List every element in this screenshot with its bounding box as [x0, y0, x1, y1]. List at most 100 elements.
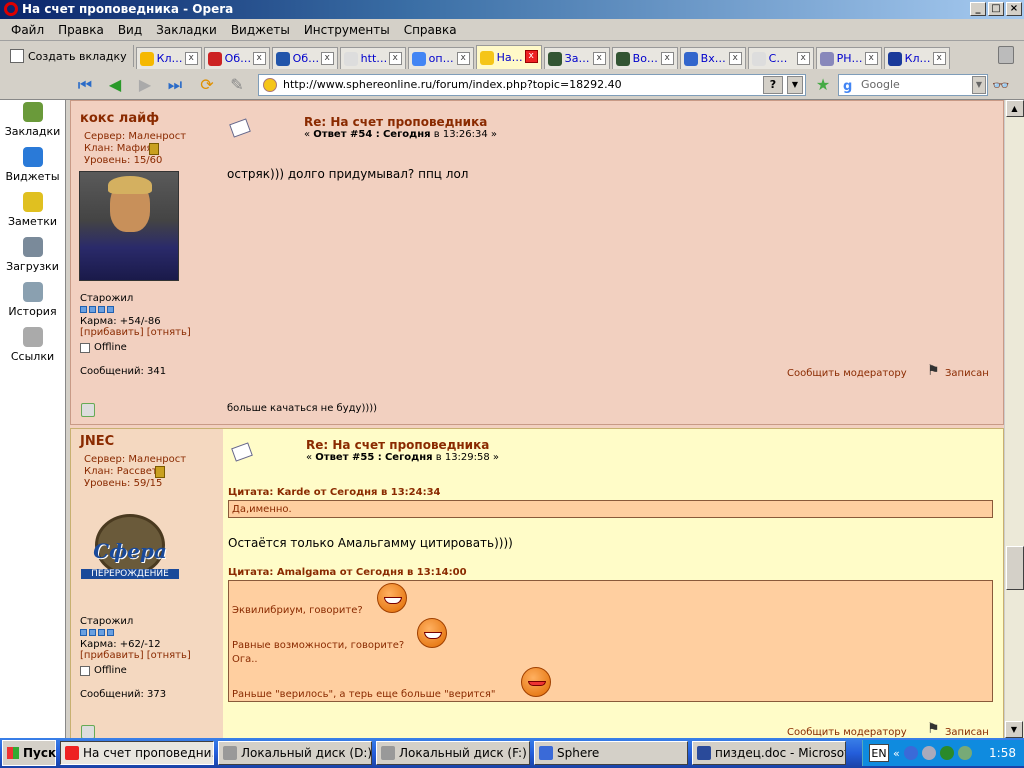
browser-tab[interactable]: За… x: [543, 47, 610, 69]
taskbar-button-label: пиздец.doc - Microsoft ...: [715, 746, 845, 760]
browser-tab[interactable]: оп… x: [407, 47, 474, 69]
sidebar-item[interactable]: Ссылки: [0, 325, 65, 370]
maximize-button[interactable]: □: [988, 2, 1004, 16]
browser-tab[interactable]: Во… x: [611, 47, 678, 69]
start-button[interactable]: Пуск: [2, 740, 56, 766]
close-tab-icon[interactable]: x: [252, 52, 266, 65]
menu-edit[interactable]: Правка: [51, 23, 111, 37]
scroll-up-icon[interactable]: ▲: [1005, 100, 1024, 117]
close-tab-icon[interactable]: x: [660, 52, 674, 65]
close-tab-icon[interactable]: x: [320, 52, 334, 65]
menu-help[interactable]: Справка: [397, 23, 464, 37]
scroll-thumb[interactable]: [1006, 546, 1024, 590]
address-url[interactable]: http://www.sphereonline.ru/forum/index.p…: [283, 78, 622, 91]
report-to-moderator-link[interactable]: Сообщить модератору: [787, 727, 907, 738]
taskbar-button[interactable]: Sphere: [534, 741, 688, 765]
address-dropdown-icon[interactable]: ▼: [787, 76, 803, 94]
tray-app-icon[interactable]: [903, 746, 918, 760]
menu-bookmarks[interactable]: Закладки: [149, 23, 224, 37]
taskbar-button[interactable]: Локальный диск (D:): [218, 741, 372, 765]
navigation-toolbar: ⏮ ◀ ▶ ⏭ ⟳ ✎ http://www.sphereonline.ru/f…: [0, 70, 1024, 100]
address-bar[interactable]: http://www.sphereonline.ru/forum/index.p…: [258, 74, 806, 96]
close-tab-icon[interactable]: x: [592, 52, 606, 65]
sidebar-item-label: Ссылки: [10, 350, 55, 363]
browser-tab[interactable]: Вх… x: [679, 47, 746, 69]
close-button[interactable]: ×: [1006, 2, 1022, 16]
site-info-button[interactable]: ?: [763, 76, 783, 94]
taskbar-button-label: Sphere: [557, 746, 600, 760]
sidebar-item[interactable]: Закладки: [0, 100, 65, 145]
post-title[interactable]: Re: На счет проповедника: [304, 115, 487, 129]
search-field[interactable]: g Google ▼: [838, 74, 988, 96]
browser-tab[interactable]: PH… x: [815, 47, 882, 69]
browser-tab[interactable]: На… x: [475, 45, 542, 69]
reload-icon[interactable]: ⟳: [196, 75, 218, 95]
post-title[interactable]: Re: На счет проповедника: [306, 438, 489, 452]
post-author[interactable]: JNEC: [80, 434, 114, 449]
browser-tab[interactable]: Об… x: [203, 47, 270, 69]
close-tab-icon[interactable]: x: [184, 52, 198, 65]
back-icon[interactable]: ◀: [104, 75, 126, 95]
browser-tab[interactable]: Кл… x: [135, 47, 202, 69]
sidebar-item[interactable]: История: [0, 280, 65, 325]
google-icon: g: [843, 79, 853, 94]
author-server: Сервер: Маленрост: [84, 454, 187, 465]
close-tab-icon[interactable]: x: [728, 52, 742, 65]
new-tab-button[interactable]: Создать вкладку: [4, 45, 134, 67]
vertical-scrollbar[interactable]: ▲ ▼: [1004, 100, 1024, 738]
browser-tab[interactable]: Об… x: [271, 47, 338, 69]
quote-header[interactable]: Цитата: Amalgama от Сегодня в 13:14:00: [228, 567, 467, 578]
tray-app-icon[interactable]: [939, 746, 954, 760]
sidebar-item-label: История: [8, 305, 57, 318]
close-tab-icon[interactable]: x: [524, 50, 538, 63]
edit-icon[interactable]: ✎: [226, 75, 248, 95]
trash-icon[interactable]: [998, 46, 1014, 64]
sidebar-item[interactable]: Загрузки: [0, 235, 65, 280]
profile-icon[interactable]: [81, 725, 95, 738]
karma-links[interactable]: [прибавить] [отнять]: [80, 650, 191, 661]
search-dropdown-icon[interactable]: ▼: [972, 76, 986, 94]
scroll-down-icon[interactable]: ▼: [1005, 721, 1023, 738]
karma-links[interactable]: [прибавить] [отнять]: [80, 327, 191, 338]
menu-view[interactable]: Вид: [111, 23, 149, 37]
menu-tools[interactable]: Инструменты: [297, 23, 397, 37]
taskbar-button[interactable]: На счет проповедни...: [60, 741, 214, 765]
smiley-laugh-icon: [377, 583, 407, 613]
zoom-glasses-icon[interactable]: 👓: [992, 78, 1009, 94]
widgets-icon: [22, 147, 43, 167]
close-tab-icon[interactable]: x: [456, 52, 470, 65]
browser-tab[interactable]: Кл… x: [883, 47, 950, 69]
quote-header[interactable]: Цитата: Karde от Сегодня в 13:24:34: [228, 487, 441, 498]
bookmark-page-icon[interactable]: ★: [812, 75, 834, 95]
fast-forward-icon[interactable]: ⏭: [164, 75, 186, 95]
tab-favicon-icon: [275, 51, 290, 66]
tab-favicon-icon: [887, 51, 902, 66]
browser-tab[interactable]: С… x: [747, 47, 814, 69]
avatar: Сфера ПЕРЕРОЖДЕНИЕ: [79, 509, 181, 587]
quote-line: Эквилибриум, говорите?: [232, 605, 363, 616]
language-indicator[interactable]: EN: [869, 744, 889, 762]
browser-tab[interactable]: htt… x: [339, 47, 406, 69]
profile-icon[interactable]: [81, 403, 95, 417]
close-tab-icon[interactable]: x: [796, 52, 810, 65]
volume-icon[interactable]: [957, 746, 972, 760]
close-tab-icon[interactable]: x: [388, 52, 402, 65]
bookmarks-icon: [22, 102, 43, 122]
minimize-button[interactable]: _: [970, 2, 986, 16]
taskbar-button[interactable]: пиздец.doc - Microsoft ...: [692, 741, 846, 765]
close-tab-icon[interactable]: x: [932, 52, 946, 65]
post-author[interactable]: кокс лайф: [80, 111, 159, 126]
network-icon[interactable]: [921, 746, 936, 760]
rewind-icon[interactable]: ⏮: [74, 75, 96, 95]
sidebar-item[interactable]: Виджеты: [0, 145, 65, 190]
taskbar-button[interactable]: Локальный диск (F:): [376, 741, 530, 765]
author-rank: Старожил: [80, 616, 134, 627]
taskbar-button-label: На счет проповедни...: [83, 746, 214, 760]
forward-icon[interactable]: ▶: [134, 75, 156, 95]
sidebar-item[interactable]: Заметки: [0, 190, 65, 235]
menu-file[interactable]: Файл: [4, 23, 51, 37]
close-tab-icon[interactable]: x: [864, 52, 878, 65]
report-to-moderator-link[interactable]: Сообщить модератору: [787, 368, 907, 379]
tray-expand-icon[interactable]: «: [893, 747, 900, 760]
menu-widgets[interactable]: Виджеты: [224, 23, 297, 37]
